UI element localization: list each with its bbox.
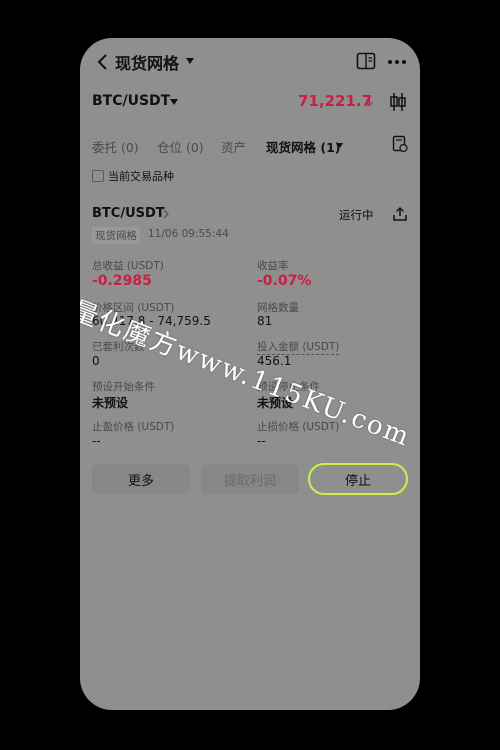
stop-condition-value: 未预设 <box>257 396 294 410</box>
candlestick-icon[interactable] <box>389 92 407 112</box>
investment-value: 456.1 <box>257 354 292 368</box>
yield-value: -0.07% <box>257 273 312 289</box>
more-button[interactable]: 更多 <box>92 464 190 494</box>
total-profit-value: -0.2985 <box>92 273 152 289</box>
tab-assets[interactable]: 资产 <box>221 137 246 156</box>
created-time: 11/06 09:55:44 <box>148 228 229 240</box>
phone-screen: 现货网格 BTC/USDT 71,221.7 ↓ 委托 (0) 仓位 (0) 资… <box>80 38 420 710</box>
more-dots-icon[interactable] <box>387 59 407 65</box>
stop-button[interactable]: 停止 <box>308 463 408 495</box>
range-label: 价格区间 (USDT) <box>92 302 175 314</box>
grid-count-value: 81 <box>257 314 273 328</box>
pair-selector[interactable]: BTC/USDT <box>92 93 170 109</box>
yield-label: 收益率 <box>257 260 289 272</box>
range-value: 60,417.8 - 74,759.5 <box>92 314 211 328</box>
chevron-left-icon <box>97 54 107 70</box>
arbitrage-count-value: 0 <box>92 354 100 368</box>
book-icon[interactable] <box>356 52 376 70</box>
share-icon[interactable] <box>392 206 408 222</box>
stop-loss-label: 止损价格 (USDT) <box>257 421 340 433</box>
tab-positions[interactable]: 仓位 (0) <box>157 137 204 156</box>
stop-loss-value: -- <box>257 434 266 448</box>
card-pair[interactable]: BTC/USDT <box>92 206 165 221</box>
start-condition-value: 未预设 <box>92 396 129 410</box>
current-pair-label[interactable]: 当前交易品种 <box>108 168 174 184</box>
price-down-arrow-icon: ↓ <box>363 92 376 110</box>
current-pair-checkbox[interactable] <box>92 170 104 182</box>
tab-orders[interactable]: 委托 (0) <box>92 137 139 156</box>
stop-condition-label: 预设停止条件 <box>257 381 320 393</box>
grid-count-label: 网格数量 <box>257 302 299 314</box>
page-title[interactable]: 现货网格 <box>115 50 179 74</box>
total-profit-label: 总收益 (USDT) <box>92 260 164 272</box>
tab-dropdown-icon[interactable] <box>337 143 343 148</box>
arbitrage-count-label: 已套利次数 <box>92 341 145 353</box>
history-doc-icon[interactable] <box>392 135 408 153</box>
chevron-right-icon[interactable] <box>162 208 170 220</box>
start-condition-label: 预设开始条件 <box>92 381 155 393</box>
take-profit-value: -- <box>92 434 101 448</box>
withdraw-profit-button[interactable]: 提取利润 <box>201 464 299 494</box>
pair-dropdown-icon[interactable] <box>170 99 178 105</box>
grid-tag: 现货网格 <box>92 227 140 244</box>
back-button[interactable] <box>94 52 112 72</box>
investment-label: 投入金额 (USDT) <box>257 341 340 355</box>
status-badge: 运行中 <box>339 208 374 222</box>
take-profit-label: 止盈价格 (USDT) <box>92 421 175 433</box>
last-price: 71,221.7 <box>298 92 373 110</box>
tab-spot-grid[interactable]: 现货网格 (1) <box>266 137 340 156</box>
title-dropdown-icon[interactable] <box>186 58 194 64</box>
